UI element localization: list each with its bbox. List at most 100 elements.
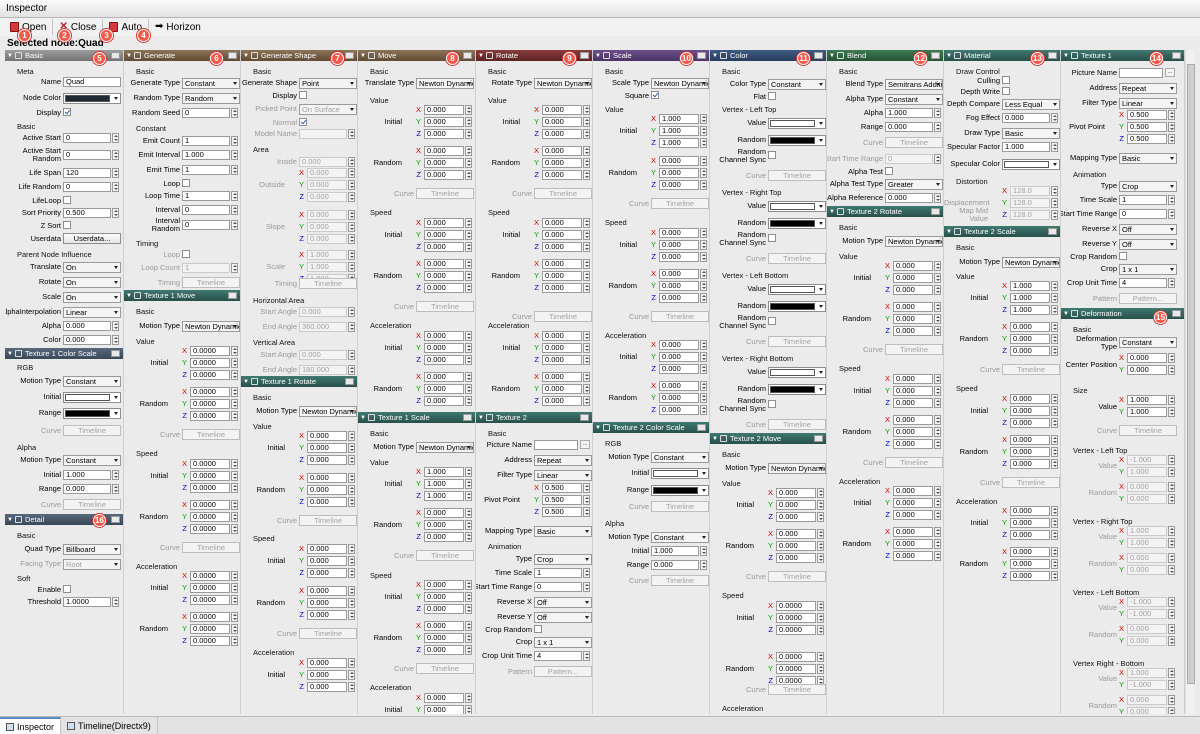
vector-initial-y-spinner[interactable] (583, 117, 590, 127)
vector-initial-y-spinner[interactable] (583, 343, 590, 353)
vector-random-y[interactable]: 0.000 (424, 520, 464, 530)
number-field[interactable]: 0.000 (651, 560, 699, 570)
dropdown-constant[interactable]: Constant (182, 78, 240, 89)
vector-random-x[interactable]: 0.000 (424, 146, 464, 156)
vector-initial-x-spinner[interactable] (348, 544, 355, 554)
vector-random-x-spinner[interactable] (465, 146, 472, 156)
vector-initial-x[interactable]: 0.000 (893, 261, 933, 271)
dropdown-point[interactable]: Point (299, 78, 357, 89)
vector-initial-y[interactable]: 0.000 (307, 670, 347, 680)
number-field-spinner[interactable] (112, 484, 119, 494)
vector-initial-x-spinner[interactable] (348, 658, 355, 668)
vector-initial-x-spinner[interactable] (700, 114, 707, 124)
vector-initial-z[interactable]: 0.000 (424, 129, 464, 139)
vector-random-z-spinner[interactable] (583, 396, 590, 406)
number-field-spinner[interactable] (700, 546, 707, 556)
vector-initial-z-spinner[interactable] (934, 285, 941, 295)
vector-random-y-spinner[interactable] (465, 633, 472, 643)
vector-initial-z-spinner[interactable] (934, 510, 941, 520)
panel-menu-icon[interactable] (463, 52, 472, 59)
dropdown-off[interactable]: Off (1119, 224, 1177, 235)
vector-initial-y[interactable]: 0.0000 (190, 358, 230, 368)
vector-initial-y-spinner[interactable] (934, 498, 941, 508)
number-field-spinner[interactable] (112, 470, 119, 480)
dropdown-1-x-1[interactable]: 1 x 1 (534, 637, 592, 648)
vector-initial-y[interactable]: 1.000 (1010, 293, 1050, 303)
vector-initial-x[interactable]: 0.000 (424, 693, 464, 703)
vector-random-z[interactable]: 0.000 (424, 532, 464, 542)
vector-initial-z[interactable]: 0.000 (659, 364, 699, 374)
panel-header-texture-1-rotate[interactable]: ▼ Texture 1 Rotate (241, 376, 357, 387)
vector-initial-z[interactable]: 0.000 (893, 398, 933, 408)
vector-random-z-spinner[interactable] (583, 283, 590, 293)
vector-random-x-spinner[interactable] (583, 372, 590, 382)
vector-initial-y-spinner[interactable] (465, 479, 472, 489)
vector-random-x-spinner[interactable] (465, 508, 472, 518)
vector-initial-y[interactable]: 0.000 (542, 230, 582, 240)
vector-initial-y[interactable]: 0.000 (307, 443, 347, 453)
vector-initial-y[interactable]: 0.0000 (776, 613, 816, 623)
vector-random-x-spinner[interactable] (583, 146, 590, 156)
number-field[interactable]: 4 (1119, 278, 1167, 288)
vector-random-z[interactable]: 0.000 (424, 396, 464, 406)
vector-initial-x-spinner[interactable] (817, 601, 824, 611)
panel-menu-icon[interactable] (345, 378, 354, 385)
vector-initial-z-spinner[interactable] (348, 568, 355, 578)
vector-pivot-point-x-spinner[interactable] (583, 483, 590, 493)
vector-random-x[interactable]: 0.000 (776, 529, 816, 539)
vector-random-z-spinner[interactable] (231, 524, 238, 534)
vector-random-y-spinner[interactable] (231, 624, 238, 634)
collapse-triangle-icon[interactable]: ▼ (7, 517, 13, 523)
panel-menu-icon[interactable] (580, 52, 589, 59)
checkbox[interactable] (63, 196, 71, 204)
vector-random-x-spinner[interactable] (1051, 435, 1058, 445)
number-field[interactable]: 0.500 (63, 208, 111, 218)
vector-random-x[interactable]: 0.000 (893, 527, 933, 537)
dropdown-1-x-1[interactable]: 1 x 1 (1119, 264, 1177, 275)
color-swatch-dropdown[interactable] (768, 218, 826, 229)
vector-initial-y[interactable]: 0.000 (776, 500, 816, 510)
vector-initial-y-spinner[interactable] (231, 471, 238, 481)
vector-initial-x[interactable]: 0.000 (893, 486, 933, 496)
vector-random-z-spinner[interactable] (465, 396, 472, 406)
dropdown-on[interactable]: On (63, 292, 121, 303)
dropdown-constant[interactable]: Constant (1119, 337, 1177, 348)
vector-initial-x-spinner[interactable] (583, 331, 590, 341)
checkbox[interactable] (885, 167, 893, 175)
checkbox[interactable] (768, 400, 776, 408)
color-swatch-dropdown[interactable] (651, 468, 709, 479)
vector-initial-y[interactable]: 0.000 (424, 117, 464, 127)
vector-initial-z-spinner[interactable] (583, 355, 590, 365)
checkbox[interactable] (182, 179, 190, 187)
number-field[interactable]: 0 (534, 582, 582, 592)
vector-initial-y-spinner[interactable] (1051, 293, 1058, 303)
vector-random-z[interactable]: 0.000 (893, 551, 933, 561)
vector-initial-z-spinner[interactable] (1051, 305, 1058, 315)
vector-random-y[interactable]: 0.0000 (190, 512, 230, 522)
vector-initial-x-spinner[interactable] (231, 346, 238, 356)
vector-random-z-spinner[interactable] (465, 645, 472, 655)
number-field[interactable]: 1.000 (1002, 142, 1050, 152)
vector-random-z[interactable]: 0.000 (659, 405, 699, 415)
collapse-triangle-icon[interactable]: ▼ (478, 415, 484, 421)
vector-initial-z[interactable]: 0.0000 (190, 483, 230, 493)
vector-initial-x-spinner[interactable] (231, 571, 238, 581)
vector-random-z[interactable]: 0.000 (424, 645, 464, 655)
dropdown-linear[interactable]: Linear (534, 470, 592, 481)
dropdown-crop[interactable]: Crop (1119, 181, 1177, 192)
vector-random-x[interactable]: 0.0000 (190, 612, 230, 622)
vector-initial-z[interactable]: 1.000 (659, 138, 699, 148)
vector-random-z[interactable]: 0.000 (307, 497, 347, 507)
vector-initial-x[interactable]: 1.000 (659, 114, 699, 124)
vector-random-z[interactable]: 0.000 (1010, 571, 1050, 581)
dropdown-constant[interactable]: Constant (63, 376, 121, 387)
vector-initial-y[interactable]: 0.0000 (190, 471, 230, 481)
collapse-triangle-icon[interactable]: ▼ (7, 53, 13, 59)
number-field[interactable]: 1.000 (182, 150, 230, 160)
vector-random-z-spinner[interactable] (700, 180, 707, 190)
dropdown-off[interactable]: Off (534, 597, 592, 608)
vector-initial-y[interactable]: 0.000 (659, 352, 699, 362)
number-field[interactable]: 0 (63, 133, 111, 143)
vector-random-x-spinner[interactable] (231, 612, 238, 622)
vector-initial-x[interactable]: 0.000 (1010, 394, 1050, 404)
